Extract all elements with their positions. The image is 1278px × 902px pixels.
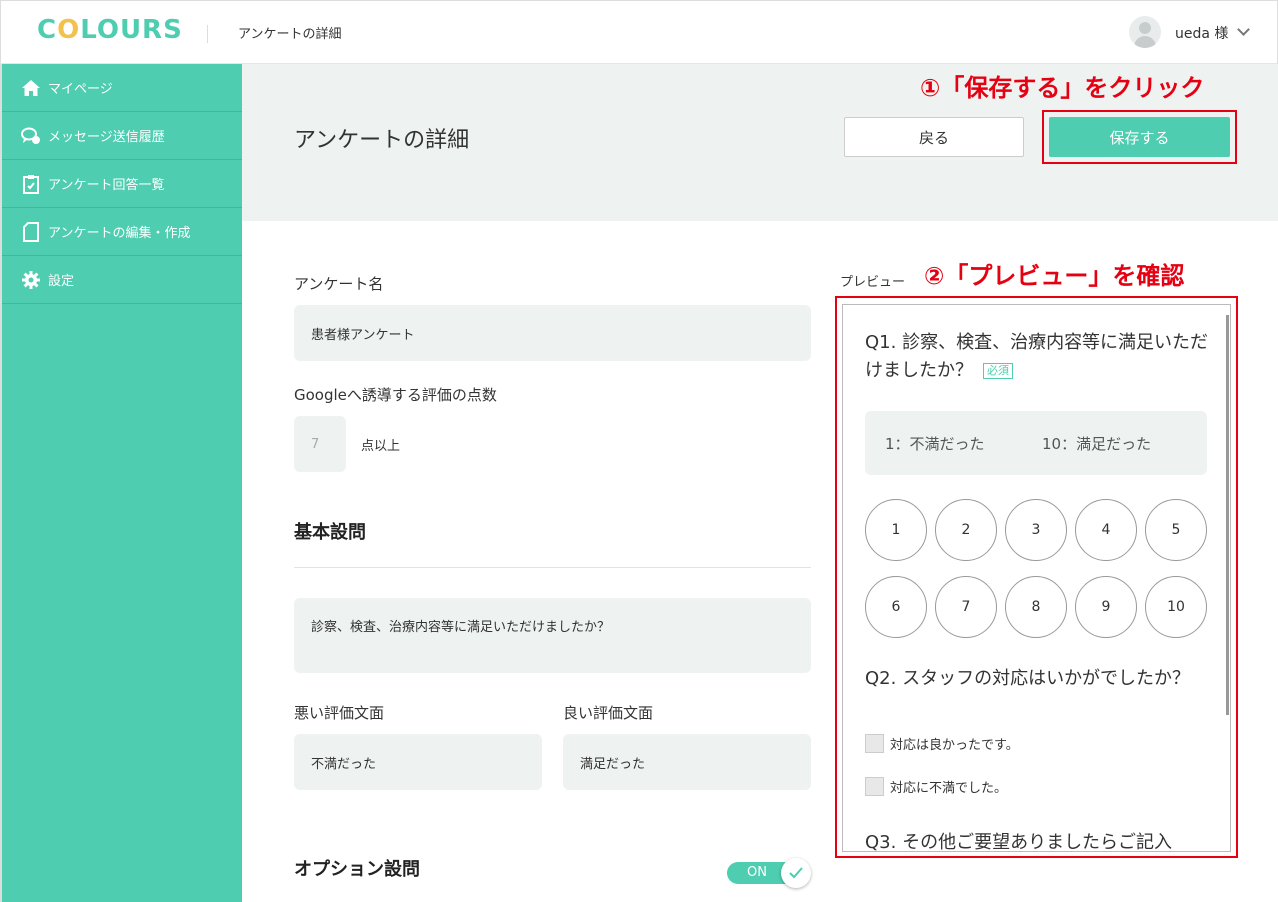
back-button[interactable]: 戻る	[844, 117, 1024, 157]
option-label: 対応に不満でした。	[890, 781, 1008, 796]
page-header: アンケートの詳細 ①「保存する」をクリック 戻る 保存する	[242, 64, 1278, 221]
header-divider	[207, 25, 208, 43]
survey-name-input[interactable]: 患者様アンケート	[294, 305, 811, 361]
section-divider	[294, 567, 811, 568]
chat-icon	[20, 125, 42, 147]
clipboard-icon	[20, 173, 42, 195]
page-title: アンケートの詳細	[294, 128, 470, 153]
preview-label: プレビュー	[840, 275, 906, 290]
option-section-title: オプション設問	[294, 859, 420, 880]
sidebar-item-label: マイページ	[48, 82, 113, 97]
bad-rating-input[interactable]: 不満だった	[294, 734, 542, 790]
sidebar-item-mypage[interactable]: マイページ	[2, 64, 242, 112]
scale-high-label: 10：満足だった	[1042, 435, 1152, 453]
rating-option[interactable]: 2	[935, 499, 997, 561]
logo[interactable]: COLOURS	[37, 15, 183, 45]
rating-option[interactable]: 4	[1075, 499, 1137, 561]
checkbox[interactable]	[865, 777, 884, 796]
rating-option[interactable]: 10	[1145, 576, 1207, 638]
preview-q2-option[interactable]: 対応に不満でした。	[865, 777, 1007, 796]
option-toggle[interactable]: ON	[727, 858, 811, 888]
preview-scale-legend: 1：不満だった 10：満足だった	[865, 411, 1207, 475]
bad-rating-label: 悪い評価文面	[294, 704, 385, 722]
document-icon	[20, 221, 42, 243]
rating-option[interactable]: 7	[935, 576, 997, 638]
home-icon	[20, 77, 42, 99]
sidebar-item-label: アンケートの編集・作成	[48, 226, 191, 241]
sidebar-item-settings[interactable]: 設定	[2, 256, 242, 304]
check-icon	[781, 858, 811, 888]
gear-icon	[20, 269, 42, 291]
rating-option[interactable]: 5	[1145, 499, 1207, 561]
top-header: COLOURS アンケートの詳細 ueda 様	[0, 0, 1278, 64]
sidebar-item-label: メッセージ送信履歴	[48, 130, 165, 145]
header-page-title: アンケートの詳細	[238, 27, 342, 42]
google-score-input[interactable]: 7	[294, 416, 346, 472]
preview-q3: Q3. その他ご要望ありましたらご記入	[865, 832, 1173, 852]
google-score-suffix: 点以上	[361, 439, 401, 454]
sidebar-item-survey-edit[interactable]: アンケートの編集・作成	[2, 208, 242, 256]
preview-q1-text: Q1. 診察、検査、治療内容等に満足いただけましたか？	[865, 332, 1209, 381]
username[interactable]: ueda 様	[1175, 23, 1228, 43]
rating-option[interactable]: 1	[865, 499, 927, 561]
preview-scrollbar[interactable]	[1226, 315, 1229, 715]
avatar[interactable]	[1129, 16, 1161, 48]
chevron-down-icon[interactable]	[1237, 23, 1250, 36]
sidebar-item-label: 設定	[48, 274, 75, 289]
good-rating-label: 良い評価文面	[563, 704, 654, 722]
annotation-step1: ①「保存する」をクリック	[920, 74, 1205, 102]
option-label: 対応は良かったです。	[890, 738, 1019, 753]
save-button[interactable]: 保存する	[1049, 117, 1230, 157]
preview-q2: Q2. スタッフの対応はいかがでしたか？	[865, 668, 1191, 689]
rating-option[interactable]: 6	[865, 576, 927, 638]
preview-frame[interactable]: Q1. 診察、検査、治療内容等に満足いただけましたか？ 必須 1：不満だった 10…	[842, 304, 1231, 852]
preview-q2-option[interactable]: 対応は良かったです。	[865, 734, 1019, 753]
scale-low-label: 1：不満だった	[885, 435, 985, 453]
annotation-step2: ②「プレビュー」を確認	[924, 262, 1185, 290]
rating-option[interactable]: 8	[1005, 576, 1067, 638]
good-rating-input[interactable]: 満足だった	[563, 734, 811, 790]
basic-section-title: 基本設問	[294, 522, 366, 543]
sidebar-item-survey-answers[interactable]: アンケート回答一覧	[2, 160, 242, 208]
checkbox[interactable]	[865, 734, 884, 753]
survey-name-label: アンケート名	[294, 275, 384, 293]
sidebar-item-label: アンケート回答一覧	[48, 178, 165, 193]
rating-option[interactable]: 9	[1075, 576, 1137, 638]
preview-q1: Q1. 診察、検査、治療内容等に満足いただけましたか？ 必須	[865, 329, 1215, 385]
sidebar-item-message-history[interactable]: メッセージ送信履歴	[2, 112, 242, 160]
rating-option[interactable]: 3	[1005, 499, 1067, 561]
required-badge: 必須	[983, 363, 1013, 379]
google-score-label: Googleへ誘導する評価の点数	[294, 386, 497, 404]
basic-question-textarea[interactable]: 診察、検査、治療内容等に満足いただけましたか？	[294, 598, 811, 673]
sidebar: マイページ メッセージ送信履歴 アンケート回答一覧 アンケートの編集・作成 設定	[0, 64, 242, 902]
